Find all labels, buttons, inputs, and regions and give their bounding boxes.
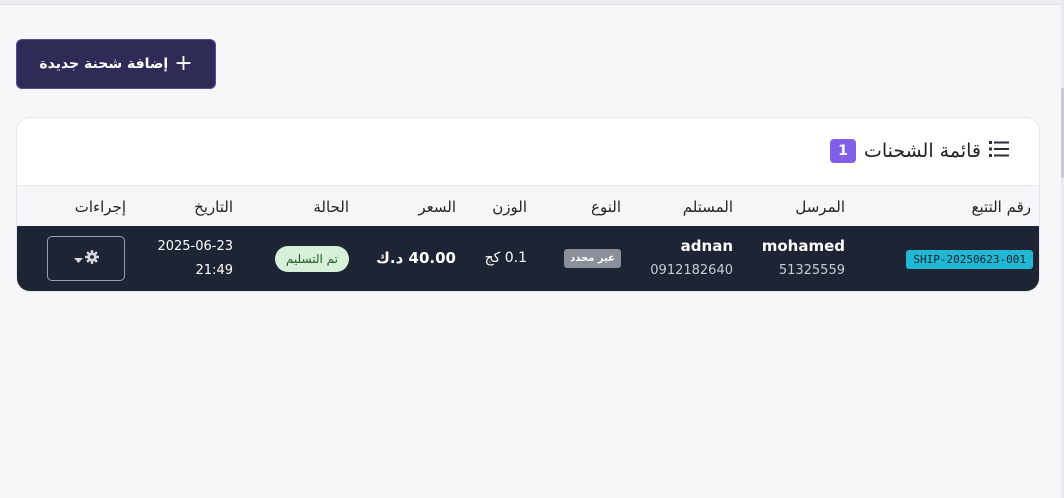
shipments-card: قائمة الشحنات 1 رقم التتبع المرسل المستل…	[16, 117, 1040, 292]
price-value: 40.00 د.ك	[376, 249, 456, 267]
sender-phone: 51325559	[778, 263, 845, 278]
type-badge: غير محدد	[564, 249, 621, 268]
card-header: قائمة الشحنات 1	[829, 138, 1009, 164]
table-header: رقم التتبع المرسل المستلم النوع الوزن ال…	[17, 185, 1039, 227]
weight-value: 0.1 كج	[484, 250, 527, 266]
sender-name: mohamed	[761, 237, 845, 255]
plus-icon: +	[174, 51, 193, 76]
list-icon	[989, 140, 1009, 162]
status-badge: تم التسليم	[274, 246, 349, 272]
add-shipment-label: إضافة شحنة جديدة	[39, 56, 169, 72]
actions-dropdown-button[interactable]	[47, 236, 125, 281]
column-header-actions: إجراءات	[74, 198, 126, 216]
table-row[interactable]: SHIP-20250623-001 mohamed 51325559 adnan…	[17, 226, 1039, 291]
shipment-time: 21:49	[195, 263, 233, 278]
column-header-tracking: رقم التتبع	[971, 198, 1031, 216]
top-bar	[0, 0, 1064, 5]
column-header-date: التاريخ	[194, 198, 233, 216]
recipient-phone: 0912182640	[650, 263, 733, 278]
tracking-number[interactable]: SHIP-20250623-001	[906, 250, 1033, 269]
shipment-date: 2025-06-23	[157, 239, 233, 254]
recipient-name: adnan	[680, 237, 733, 255]
column-header-recipient: المستلم	[682, 198, 733, 216]
column-header-type: النوع	[591, 198, 621, 216]
column-header-status: الحالة	[313, 198, 349, 216]
caret-down-icon	[73, 249, 83, 268]
add-shipment-button[interactable]: + إضافة شحنة جديدة	[16, 39, 216, 89]
count-badge: 1	[829, 139, 856, 163]
card-title: قائمة الشحنات	[863, 140, 981, 162]
column-header-sender: المرسل	[795, 198, 845, 216]
gear-icon	[84, 249, 99, 268]
column-header-weight: الوزن	[492, 198, 527, 216]
column-header-price: السعر	[418, 198, 456, 216]
